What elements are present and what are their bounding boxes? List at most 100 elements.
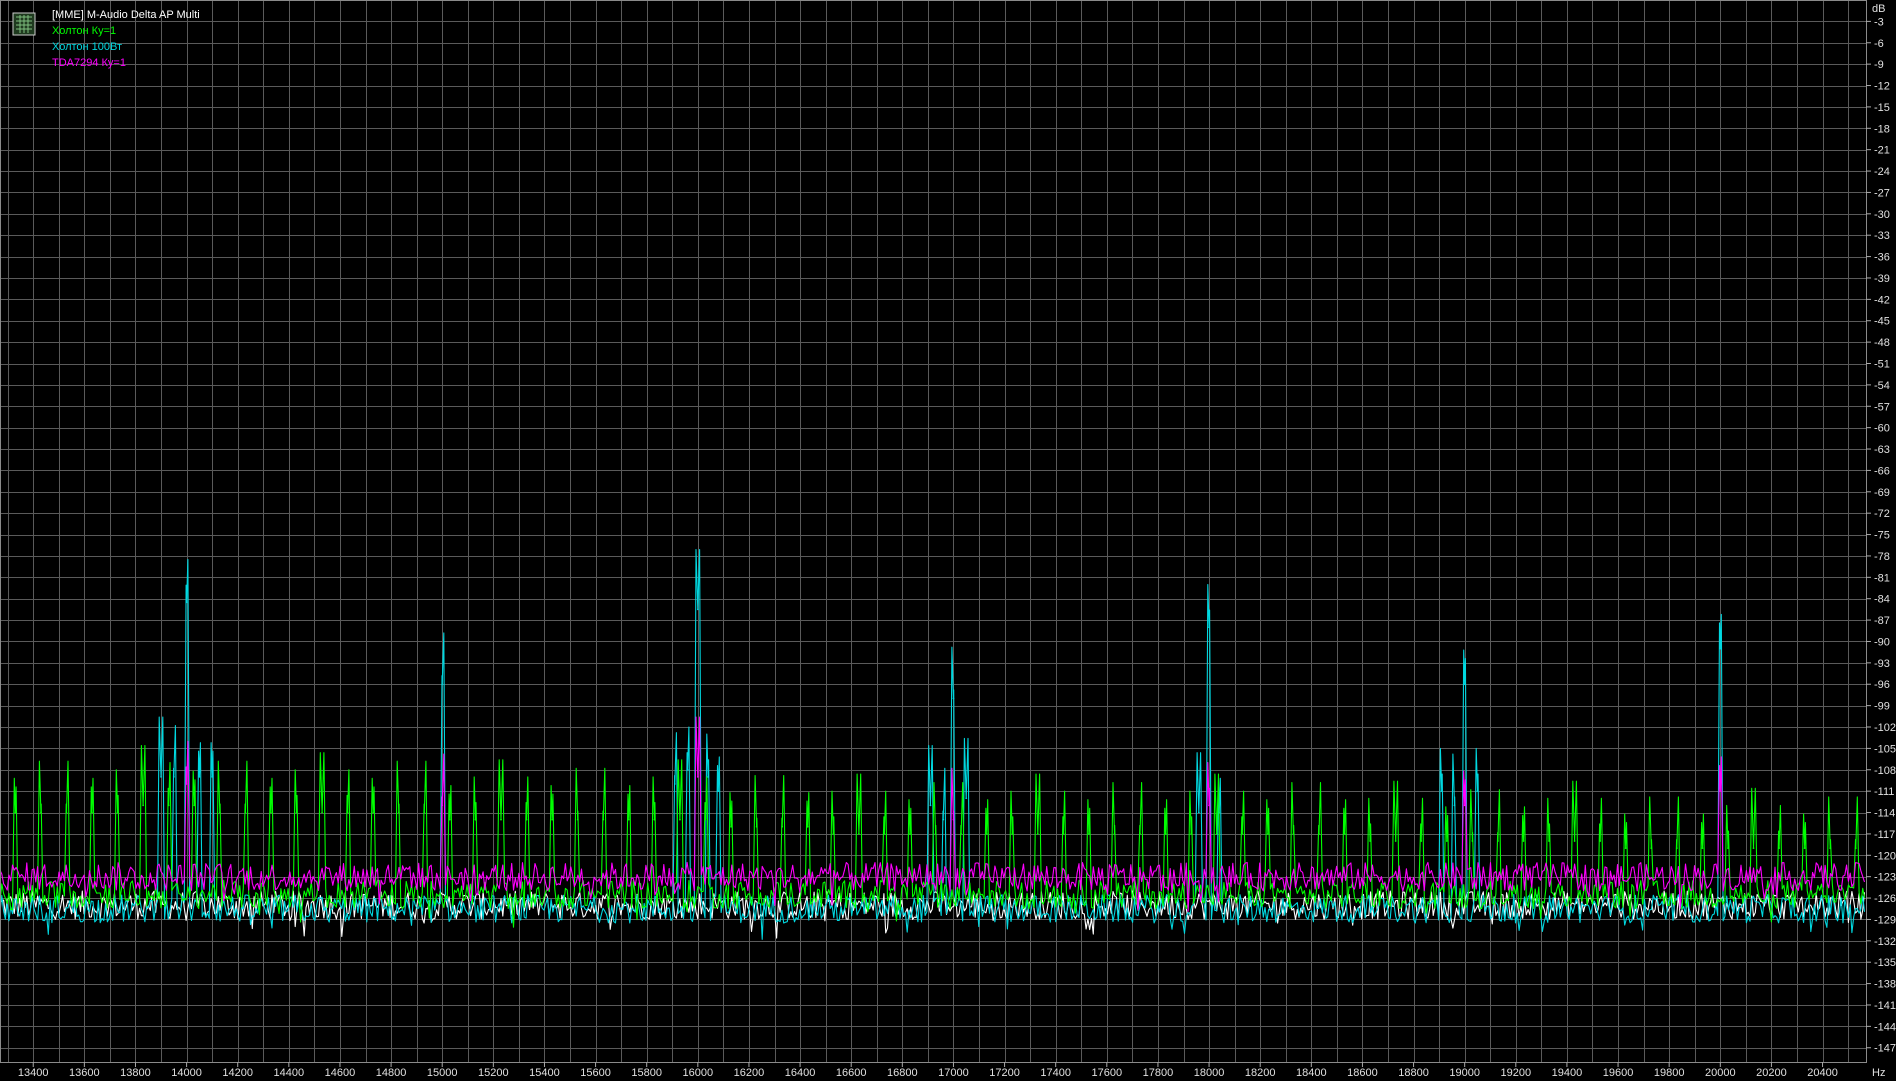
y-tick-label: -96	[1874, 679, 1890, 691]
y-tick-label: -129	[1874, 914, 1896, 926]
series-1-peak-point	[551, 818, 554, 821]
series-2-peak-point	[929, 804, 932, 807]
series-1-peak-point	[1803, 847, 1806, 850]
series-1-peak-point	[1241, 833, 1244, 835]
y-tick-label: -63	[1874, 444, 1890, 456]
series-3-peak-point	[952, 818, 955, 821]
series-1-peak-point	[142, 804, 145, 807]
plot-background	[0, 0, 1896, 1081]
series-1-peak-point	[1727, 847, 1729, 850]
series-1-peak-point	[91, 811, 93, 814]
series-2-peak-point	[185, 601, 188, 604]
y-tick-label: -84	[1874, 594, 1890, 606]
y-tick-label: -108	[1874, 765, 1896, 777]
device-title: [MME] M-Audio Delta AP Multi	[52, 9, 200, 21]
y-tick-label: -99	[1874, 701, 1890, 713]
series-1-peak-point	[1778, 847, 1780, 850]
x-tick-label: 16000	[683, 1067, 714, 1079]
x-tick-label: 15000	[427, 1067, 458, 1079]
series-1-peak-point	[1420, 840, 1423, 842]
y-tick-label: -21	[1874, 145, 1890, 157]
x-tick-label: 14000	[171, 1067, 202, 1079]
series-1-peak-point	[755, 825, 758, 828]
x-tick-label: 17000	[938, 1067, 969, 1079]
y-tick-label: -66	[1874, 465, 1890, 477]
series-1-peak-point	[1369, 840, 1372, 842]
series-2-peak-point	[1719, 647, 1722, 650]
series-1-peak-point	[883, 833, 886, 835]
x-tick-label: 18200	[1245, 1067, 1276, 1079]
y-tick-label: -87	[1874, 615, 1890, 627]
series-1-peak-point	[1318, 833, 1320, 835]
series-1-peak-point	[346, 811, 349, 814]
series-1-peak-point	[781, 825, 784, 828]
y-tick-label: -135	[1874, 957, 1896, 969]
series-1-peak-point	[1471, 840, 1474, 842]
y-tick-label: -30	[1874, 209, 1890, 221]
x-tick-label: 20200	[1756, 1067, 1787, 1079]
series-3-peak-point	[696, 775, 699, 778]
y-tick-label: -90	[1874, 636, 1890, 648]
series-1-peak-point	[218, 811, 221, 814]
series-1-peak-point	[857, 833, 860, 835]
y-tick-label: -72	[1874, 508, 1890, 520]
series-2-peak-point	[160, 775, 162, 778]
app-icon-button[interactable]	[12, 12, 36, 36]
y-tick-label: -81	[1874, 572, 1890, 584]
y-tick-label: -39	[1874, 273, 1890, 285]
x-tick-label: 18800	[1398, 1067, 1429, 1079]
x-tick-label: 15600	[580, 1067, 611, 1079]
series-1-peak-point	[1292, 833, 1295, 835]
series-1-peak-point	[65, 811, 68, 814]
series-2-peak-point	[942, 818, 945, 821]
series-3-peak-point	[1208, 804, 1210, 807]
series-1-peak-point	[730, 825, 732, 828]
y-tick-label: -132	[1874, 936, 1896, 948]
x-tick-label: 19800	[1654, 1067, 1685, 1079]
series-1-peak-point	[1675, 847, 1678, 850]
y-tick-label: -117	[1874, 829, 1895, 841]
y-tick-label: -93	[1874, 658, 1890, 670]
series-1-peak-point	[627, 818, 630, 821]
series-1-peak-point	[525, 818, 528, 821]
series-1-peak-point	[500, 818, 502, 821]
series-1-peak-point	[270, 811, 272, 814]
series-2-peak-point	[673, 783, 676, 785]
series-2-peak-point	[717, 790, 720, 793]
series-1-peak-point	[1497, 840, 1499, 842]
x-tick-label: 16200	[734, 1067, 765, 1079]
series-1-peak-point	[1599, 840, 1602, 842]
series-1-peak-point	[1036, 833, 1039, 835]
x-tick-label: 17800	[1143, 1067, 1174, 1079]
series-1-peak-point	[1548, 840, 1550, 842]
y-tick-label: -75	[1874, 530, 1890, 542]
y-tick-label: -54	[1874, 380, 1890, 392]
series-2-peak-point	[1197, 811, 1200, 814]
y-tick-label: -144	[1874, 1021, 1896, 1033]
series-1-peak-point	[423, 811, 426, 814]
series-1-peak-point	[653, 818, 656, 821]
series-1-peak-point	[1394, 840, 1397, 842]
y-tick-label: -24	[1874, 166, 1890, 178]
y-tick-label: -78	[1874, 551, 1890, 563]
x-tick-label: 16800	[887, 1067, 918, 1079]
series-1-peak-point	[167, 804, 170, 807]
legend-series-3: TDA7294 Ку=1	[52, 57, 126, 69]
series-1-peak-point	[1854, 847, 1857, 850]
y-tick-label: -45	[1874, 316, 1890, 328]
series-1-peak-point	[39, 811, 42, 814]
series-1-peak-point	[1573, 840, 1576, 842]
y-tick-label: -126	[1874, 893, 1896, 905]
series-2-peak-point	[1453, 804, 1456, 807]
series-1-peak-point	[14, 811, 17, 814]
series-1-peak-point	[1701, 847, 1704, 850]
series-2-peak-point	[686, 768, 689, 771]
x-tick-label: 19400	[1552, 1067, 1583, 1079]
y-tick-label: -120	[1874, 850, 1896, 862]
x-tick-label: 20400	[1807, 1067, 1838, 1079]
series-2-peak-point	[965, 797, 968, 800]
y-tick-label: -123	[1874, 872, 1896, 884]
series-1-peak-point	[806, 825, 809, 828]
series-1-peak-point	[295, 811, 298, 814]
y-tick-label: -102	[1874, 722, 1896, 734]
